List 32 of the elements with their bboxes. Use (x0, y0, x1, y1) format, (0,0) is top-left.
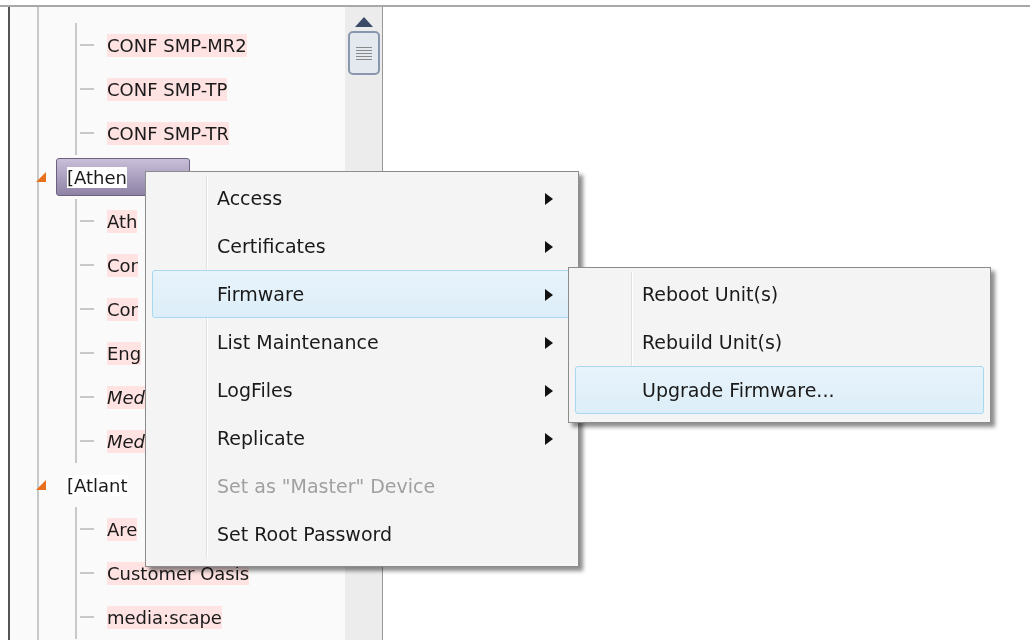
tree-item[interactable]: Are (107, 517, 138, 541)
menu-item[interactable]: Set Root Password (152, 510, 572, 558)
submenu-arrow-icon (545, 289, 553, 301)
submenu-arrow-icon (545, 337, 553, 349)
menu-item[interactable]: Reboot Unit(s) (575, 270, 984, 318)
tree-item[interactable]: Cor (107, 297, 138, 321)
tree-item[interactable]: Med (107, 429, 146, 453)
submenu-arrow-icon (545, 385, 553, 397)
expander-icon[interactable] (36, 172, 46, 182)
tree-item[interactable]: Med (107, 385, 146, 409)
tree-item[interactable]: Eng (107, 341, 142, 365)
scroll-up-icon[interactable] (354, 17, 373, 27)
tree-item[interactable]: media:scape (107, 605, 222, 629)
expander-icon[interactable] (36, 480, 46, 490)
tree-node-label: [Athen (67, 166, 127, 188)
menu-item[interactable]: Rebuild Unit(s) (575, 318, 984, 366)
menu-item[interactable]: Replicate (152, 414, 572, 462)
submenu-arrow-icon (545, 241, 553, 253)
tree-item[interactable]: Cor (107, 253, 138, 277)
menu-item[interactable]: LogFiles (152, 366, 572, 414)
submenu-arrow-icon (545, 193, 553, 205)
menu-item[interactable]: List Maintenance (152, 318, 572, 366)
tree-node-label: [Atlant (67, 474, 128, 496)
tree-item[interactable]: CONF SMP-MR2 (107, 33, 247, 57)
scroll-thumb[interactable] (347, 31, 380, 75)
submenu-arrow-icon (545, 433, 553, 445)
tree-item[interactable]: CONF SMP-TR (107, 121, 230, 145)
menu-item[interactable]: Upgrade Firmware... (575, 366, 984, 414)
tree-item[interactable]: Ath (107, 209, 138, 233)
menu-item[interactable]: Certificates (152, 222, 572, 270)
tree-item[interactable]: CONF SMP-TP (107, 77, 228, 101)
tree-node[interactable]: [Atlant (56, 466, 139, 504)
